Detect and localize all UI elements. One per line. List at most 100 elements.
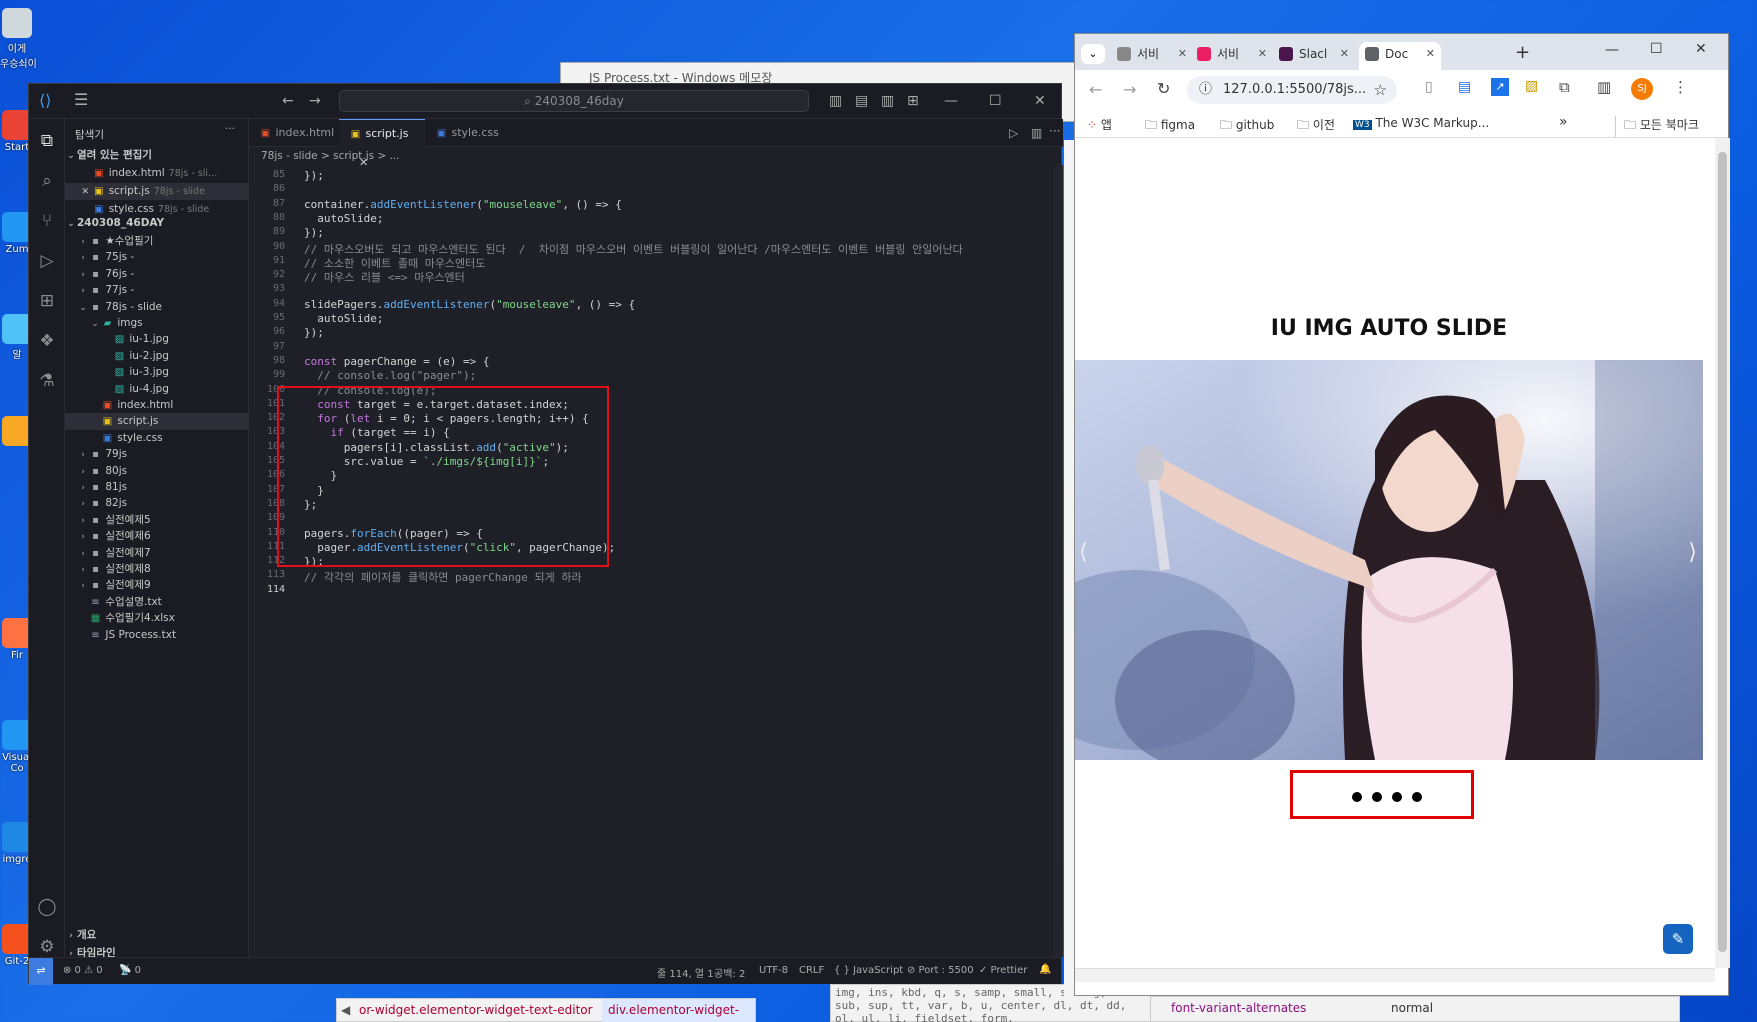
source-control-icon[interactable]: ⑂ <box>36 211 58 233</box>
code-editor[interactable]: 85}); 86 87 container.addEventListener("mou… <box>249 165 1063 957</box>
bookmark-previous[interactable]: 🗀 이전 <box>1297 116 1335 137</box>
tree-item[interactable]: ▣ script.js <box>65 413 249 431</box>
bookmark-w3c[interactable]: W3 The W3C Markup... <box>1353 116 1489 130</box>
code-line[interactable]: }); <box>304 326 324 339</box>
code-line[interactable]: slidePagers.addEventListener("mouseleave… <box>304 298 635 311</box>
run-debug-icon[interactable]: ▷ <box>36 251 58 273</box>
devtools-css-prop[interactable]: font-variant-alternates <box>1171 1001 1306 1015</box>
browser-tab[interactable]: 서비 ✕ <box>1191 42 1273 70</box>
forward-arrow-icon[interactable]: → <box>309 93 321 109</box>
chrome-close-icon[interactable]: ✕ <box>1695 41 1707 57</box>
desktop-icon[interactable]: 이게 우승쇠이 <box>0 8 37 70</box>
chrome-maximize-icon[interactable]: ☐ <box>1650 41 1663 57</box>
scroll-thumb[interactable] <box>1718 152 1727 952</box>
prettier-status[interactable]: ✓ Prettier <box>979 965 1027 976</box>
toggle-sidebar-icon[interactable]: ▥ <box>829 93 842 109</box>
edit-pen-icon[interactable]: ✎ <box>1663 924 1693 954</box>
code-line[interactable]: container.addEventListener("mouseleave",… <box>304 198 622 211</box>
code-line[interactable]: // 각각의 페이저를 클릭하면 pagerChange 되게 하라 <box>304 569 582 585</box>
reload-icon[interactable]: ↻ <box>1157 79 1170 98</box>
prev-slide-arrow[interactable]: ⟨ <box>1079 540 1088 565</box>
tree-item[interactable]: ▨ iu-4.jpg <box>65 381 249 398</box>
chrome-menu-icon[interactable]: ⋮ <box>1673 78 1688 96</box>
problems-status[interactable]: ⊗ 0 ⚠ 0 <box>63 965 103 976</box>
tree-item[interactable]: › ▪ 실전예제6 <box>65 528 249 545</box>
open-editor-item[interactable]: ▣ index.html 78js - sli... <box>65 165 249 182</box>
tree-item[interactable]: › ▪ 77js - <box>65 282 249 299</box>
more-actions-icon[interactable]: ··· <box>225 123 235 135</box>
accounts-icon[interactable]: ◯ <box>36 897 58 919</box>
pager-dot[interactable] <box>1352 792 1362 802</box>
back-button-icon[interactable]: ← <box>1089 80 1102 99</box>
testing-icon[interactable]: ⚗ <box>36 371 58 393</box>
pager-dot[interactable] <box>1392 792 1402 802</box>
tree-item[interactable]: › ▪ 실전예제9 <box>65 577 249 594</box>
encoding-status[interactable]: UTF-8 <box>759 965 788 976</box>
bookmark-github[interactable]: 🗀 github <box>1220 116 1274 137</box>
address-bar[interactable]: ⓘ 127.0.0.1:5500/78js... ☆ <box>1187 76 1397 104</box>
eol-status[interactable]: CRLF <box>799 965 824 976</box>
editor-more-icon[interactable]: ··· <box>1049 124 1060 138</box>
pager-dot[interactable] <box>1372 792 1382 802</box>
tree-item[interactable]: › ▪ 실전예제8 <box>65 561 249 578</box>
pager-dot[interactable] <box>1412 792 1422 802</box>
toggle-panel-icon[interactable]: ▤ <box>855 93 868 109</box>
code-line[interactable]: }); <box>304 226 324 239</box>
editor-tab[interactable]: ▣ style.css <box>425 119 505 147</box>
code-line[interactable]: }); <box>304 169 324 182</box>
bookmarks-overflow-icon[interactable]: » <box>1559 114 1568 130</box>
split-editor-icon[interactable]: ▥ <box>1031 126 1042 140</box>
forward-button-icon[interactable]: → <box>1123 80 1136 99</box>
tree-item[interactable]: › ▪ 75js - <box>65 249 249 266</box>
tree-item[interactable]: › ▪ 실전예제7 <box>65 545 249 562</box>
manage-gear-icon[interactable]: ⚙ <box>36 937 58 959</box>
extension-3-icon[interactable]: ↗ <box>1491 78 1509 96</box>
back-arrow-icon[interactable]: ← <box>282 93 294 109</box>
tab-close-icon[interactable]: ✕ <box>1340 42 1349 66</box>
page-horizontal-scrollbar[interactable] <box>1075 968 1715 982</box>
code-line[interactable]: // console.log("pager"); <box>304 369 476 382</box>
indentation-status[interactable]: 공백: 2 <box>714 965 745 980</box>
cursor-position[interactable]: 줄 114, 열 1 <box>657 965 714 980</box>
customize-layout-icon[interactable]: ⊞ <box>907 93 919 109</box>
tree-item[interactable]: ▨ iu-1.jpg <box>65 331 249 348</box>
code-line[interactable]: autoSlide; <box>304 212 383 225</box>
tree-item[interactable]: ▣ index.html <box>65 397 249 414</box>
extensions-icon[interactable]: ⊞ <box>36 291 58 313</box>
next-slide-arrow[interactable]: ⟩ <box>1688 540 1697 565</box>
tree-item[interactable]: › ▪ 76js - <box>65 266 249 283</box>
extension-4-icon[interactable]: ▨ <box>1525 78 1538 94</box>
all-bookmarks[interactable]: 🗀 모든 북마크 <box>1615 116 1699 137</box>
bookmark-star-icon[interactable]: ☆ <box>1374 76 1387 104</box>
tree-item[interactable]: ⌄ ▪ 78js - slide <box>65 299 249 316</box>
tree-item[interactable]: ▨ iu-2.jpg <box>65 348 249 365</box>
run-icon[interactable]: ▷ <box>1009 126 1018 140</box>
site-info-icon[interactable]: ⓘ <box>1199 76 1212 104</box>
editor-tab[interactable]: ▣ script.js ✕ <box>339 119 425 169</box>
open-editor-item[interactable]: ✕ ▣ script.js 78js - slide <box>65 183 249 200</box>
devtools-left-arrow[interactable]: ◀ <box>341 1003 350 1017</box>
close-icon[interactable]: ✕ <box>65 184 89 200</box>
code-line[interactable]: const pagerChange = (e) => { <box>304 355 489 368</box>
side-panel-icon[interactable]: ▥ <box>1597 78 1611 96</box>
browser-tab[interactable]: Slacl ✕ <box>1273 42 1355 70</box>
minimize-icon[interactable]: — <box>944 93 958 109</box>
devtools-crumb-2[interactable]: div.elementor-widget-container <box>602 999 755 1022</box>
new-tab-button[interactable]: + <box>1515 42 1530 63</box>
tab-search-icon[interactable]: ⌄ <box>1081 44 1105 64</box>
tab-close-icon[interactable]: ✕ <box>1426 42 1435 66</box>
tree-item[interactable]: ≡ JS Process.txt <box>65 627 249 644</box>
tree-item[interactable]: › ▪ 81js <box>65 479 249 496</box>
tree-item[interactable]: › ▪ 실전예제5 <box>65 512 249 529</box>
bookmark-figma[interactable]: 🗀 figma <box>1145 116 1195 137</box>
code-line[interactable]: autoSlide; <box>304 312 383 325</box>
chrome-minimize-icon[interactable]: — <box>1605 42 1619 58</box>
extension-2-icon[interactable]: ▤ <box>1458 79 1471 95</box>
workspace-header[interactable]: ⌄ 240308_46DAY <box>65 215 249 232</box>
outline-section[interactable]: › 개요 <box>65 927 249 944</box>
extension-1-icon[interactable]: ▯ <box>1425 79 1433 95</box>
breadcrumb[interactable]: 78js - slide > script.js > ... <box>249 147 400 165</box>
code-line[interactable]: // 마우스 리블 <=> 마우스엔터 <box>304 269 465 285</box>
search-view-icon[interactable]: ⌕ <box>36 171 58 193</box>
command-center-search[interactable]: ⌕ 240308_46day <box>339 90 809 112</box>
